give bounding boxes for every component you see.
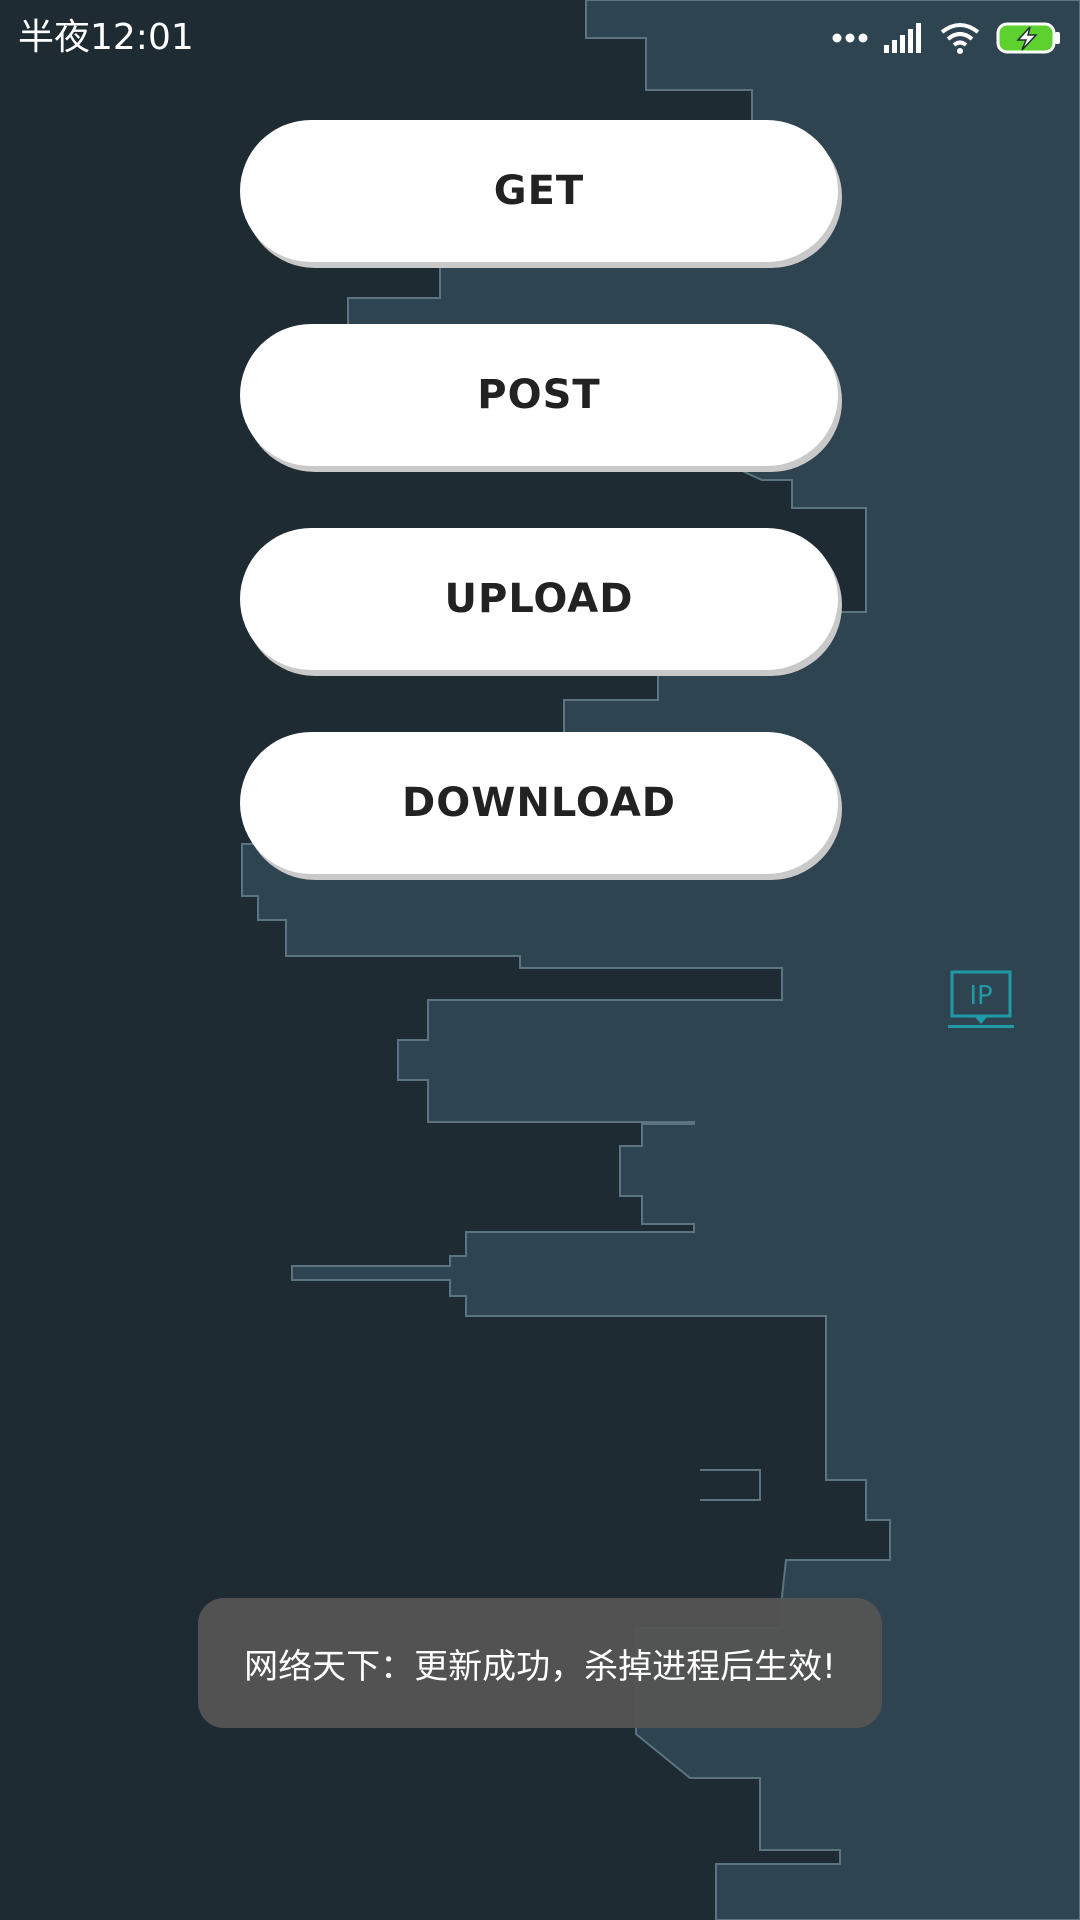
screen: 半夜12:01 GET POST UPLOAD DOWNLOAD IP 网络天下… [0, 0, 1080, 1920]
more-dots-icon [832, 32, 868, 44]
battery-charging-icon [996, 22, 1062, 54]
status-time: 半夜12:01 [18, 17, 194, 58]
ip-monitor-icon[interactable]: IP [948, 970, 1016, 1034]
wifi-icon [940, 22, 980, 54]
status-bar: 半夜12:01 [0, 0, 1080, 76]
status-icons [832, 18, 1062, 58]
post-button[interactable]: POST [240, 324, 838, 466]
get-button[interactable]: GET [240, 120, 838, 262]
signal-icon [884, 23, 924, 53]
upload-button[interactable]: UPLOAD [240, 528, 838, 670]
toast: 网络天下：更新成功，杀掉进程后生效! [198, 1598, 882, 1728]
download-button[interactable]: DOWNLOAD [240, 732, 838, 874]
ip-label: IP [969, 981, 992, 1011]
toast-message: 网络天下：更新成功，杀掉进程后生效! [244, 1646, 836, 1687]
